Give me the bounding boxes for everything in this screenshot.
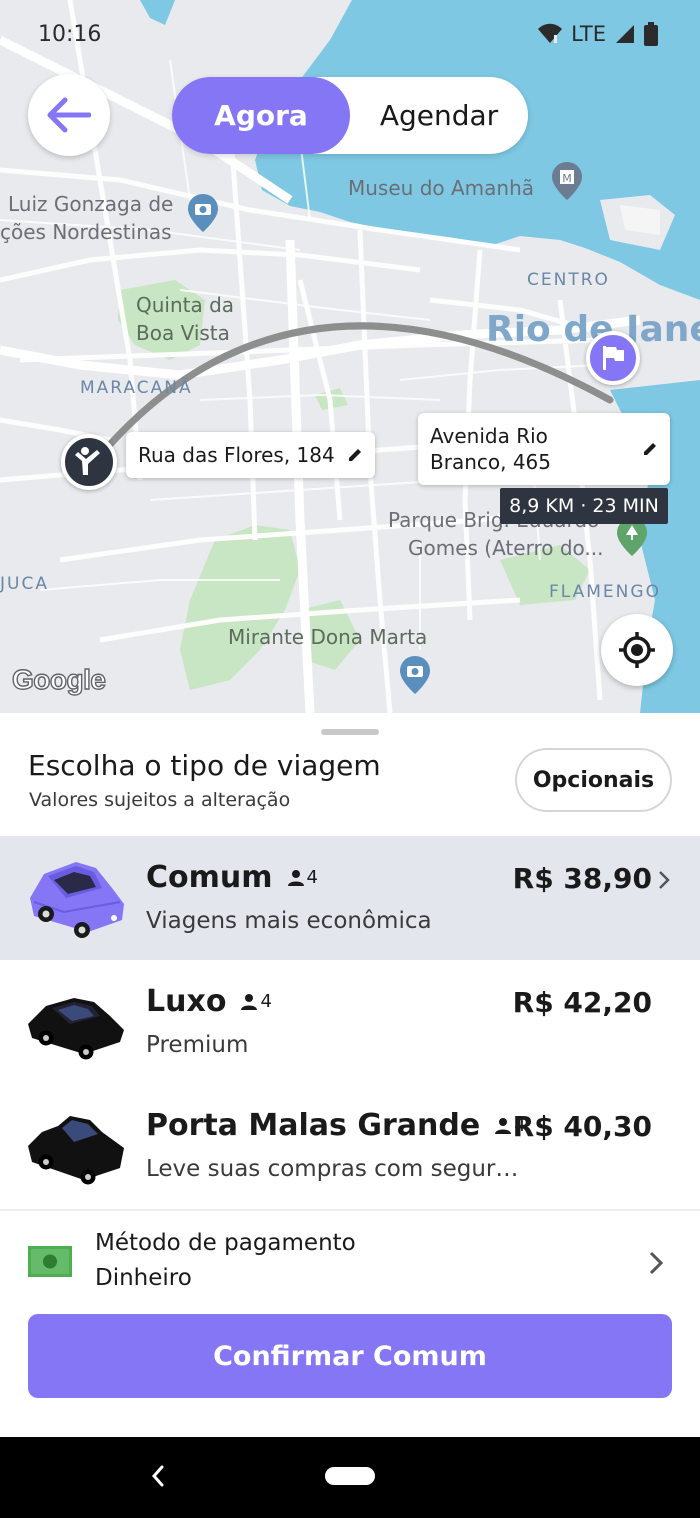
my-location-button[interactable] <box>601 614 673 686</box>
options-button[interactable]: Opcionais <box>515 748 672 812</box>
confirm-ride-button[interactable]: Confirmar Comum <box>28 1314 672 1398</box>
signal-icon <box>616 25 634 43</box>
person-icon <box>495 1117 512 1134</box>
capacity-count: 4 <box>260 991 272 1012</box>
map-label-maracana: MARACANÃ <box>80 378 193 398</box>
map-label-quinta: Quinta da <box>136 293 235 317</box>
battery-icon <box>644 22 658 46</box>
ride-option-luxo[interactable]: Luxo 4 Premium R$ 42,20 <box>0 960 700 1084</box>
status-bar: 10:16 LTE <box>0 0 700 72</box>
drag-handle[interactable] <box>321 729 379 735</box>
trip-type-sheet: Escolha o tipo de viagem Valores sujeito… <box>0 713 700 1437</box>
cash-icon <box>28 1246 72 1277</box>
destination-address-chip[interactable]: Avenida Rio Branco, 465 <box>418 413 670 485</box>
ride-name-text: Luxo <box>146 984 227 1019</box>
nav-back-icon[interactable] <box>148 1463 168 1489</box>
status-time: 10:16 <box>38 22 102 47</box>
person-icon <box>241 993 258 1010</box>
payment-method-value: Dinheiro <box>95 1265 192 1291</box>
mode-schedule-tab[interactable]: Agendar <box>350 77 528 154</box>
nav-home-pill[interactable] <box>325 1467 375 1485</box>
car-icon <box>28 1116 124 1185</box>
back-button[interactable] <box>28 74 110 156</box>
waving-person-icon <box>75 447 100 475</box>
ride-price: R$ 42,20 <box>512 986 652 1019</box>
wifi-icon <box>538 23 563 43</box>
ride-option-porta-malas-grande[interactable]: Porta Malas Grande 4 Leve suas compras c… <box>0 1084 700 1208</box>
map-label-flamengo: FLAMENGO <box>549 582 661 602</box>
network-type: LTE <box>571 22 606 46</box>
map-label-museu: Museu do Amanhã <box>348 176 535 200</box>
ride-name: Porta Malas Grande 4 <box>146 1108 526 1143</box>
ride-description: Premium <box>146 1032 249 1058</box>
payment-method-row[interactable]: Método de pagamento Dinheiro <box>0 1210 700 1314</box>
chevron-right-icon <box>649 1251 664 1275</box>
arrow-left-icon <box>47 97 91 133</box>
person-icon <box>287 869 304 886</box>
map-label-luiz-gonzaga: Luiz Gonzaga de <box>8 192 174 216</box>
ride-option-comum[interactable]: Comum 4 Viagens mais econômica R$ 38,90 <box>0 836 700 960</box>
ride-name: Comum 4 <box>146 860 318 895</box>
chevron-right-icon <box>659 871 670 889</box>
passenger-capacity: 4 <box>240 991 272 1012</box>
ride-time-toggle[interactable]: Agora Agendar <box>172 77 528 154</box>
ride-name: Luxo 4 <box>146 984 272 1019</box>
car-icon <box>30 862 124 938</box>
map-label-nordestinas: ções Nordestinas <box>0 220 172 244</box>
map-label-boa-vista: Boa Vista <box>136 321 230 345</box>
origin-marker[interactable] <box>61 434 117 490</box>
ride-description: Leve suas compras com segurança <box>146 1156 521 1182</box>
edit-pencil-icon[interactable] <box>642 441 658 457</box>
map-label-gomes: Gomes (Aterro do... <box>408 536 604 560</box>
svg-text:M: M <box>562 172 572 185</box>
camera-poi-icon[interactable] <box>188 194 218 232</box>
destination-marker[interactable] <box>586 331 640 385</box>
museum-poi-icon[interactable]: M <box>552 162 582 200</box>
route-distance-time: 8,9 KM · 23 MIN <box>500 488 668 524</box>
ride-price: R$ 38,90 <box>512 862 652 895</box>
origin-address-chip[interactable]: Rua das Flores, 184 <box>126 432 375 478</box>
crosshair-location-icon <box>619 632 655 668</box>
google-logo: Google <box>11 663 106 695</box>
map-label-centro: CENTRO <box>527 270 610 290</box>
passenger-capacity: 4 <box>287 867 318 888</box>
origin-address: Rua das Flores, 184 <box>138 443 335 467</box>
system-nav-bar <box>0 1437 700 1518</box>
capacity-count: 4 <box>306 867 318 888</box>
edit-pencil-icon[interactable] <box>347 447 363 463</box>
flag-icon <box>603 346 624 370</box>
ride-description: Viagens mais econômica <box>146 908 432 934</box>
sheet-title: Escolha o tipo de viagem <box>28 749 381 782</box>
destination-address: Avenida Rio Branco, 465 <box>430 424 551 474</box>
ride-price: R$ 40,30 <box>512 1110 652 1143</box>
map-label-juca: JUCA <box>0 574 49 594</box>
payment-method-label: Método de pagamento <box>95 1230 356 1256</box>
mode-now-tab[interactable]: Agora <box>172 77 350 154</box>
map-view[interactable]: Luiz Gonzaga de ções Nordestinas Museu d… <box>0 0 700 713</box>
map-label-mirante: Mirante Dona Marta <box>228 625 428 649</box>
sheet-subtitle: Valores sujeitos a alteração <box>29 789 291 811</box>
car-icon <box>28 998 124 1060</box>
ride-name-text: Comum <box>146 860 273 895</box>
camera-poi-icon[interactable] <box>400 656 430 694</box>
status-icons: LTE <box>537 22 658 46</box>
ride-name-text: Porta Malas Grande <box>146 1108 481 1143</box>
